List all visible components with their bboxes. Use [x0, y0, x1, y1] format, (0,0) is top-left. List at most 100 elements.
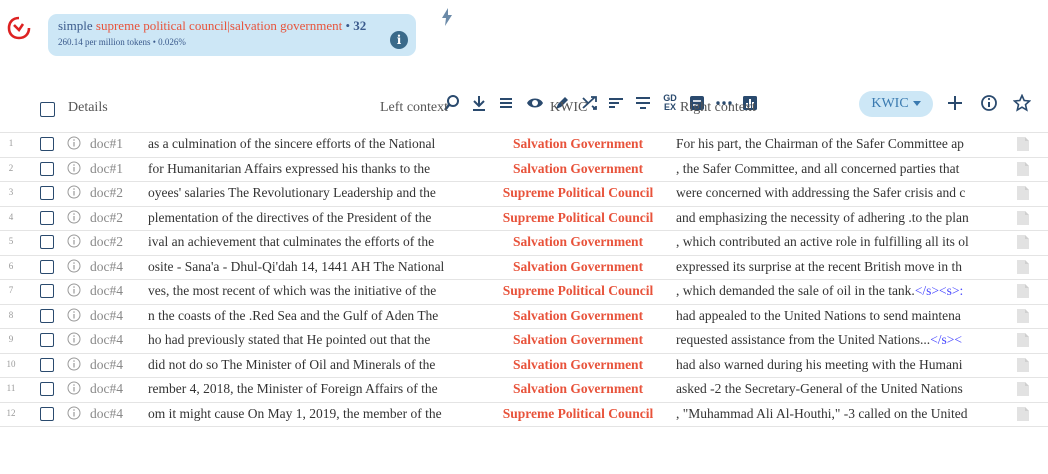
- table-row[interactable]: 6 doc#4 osite - Sana'a - Dhul-Qi'dah 14,…: [0, 256, 1048, 280]
- left-context: ves, the most recent of which was the in…: [148, 283, 484, 299]
- doc-link[interactable]: doc#2: [90, 234, 123, 250]
- kwic-match[interactable]: Supreme Political Council: [484, 185, 672, 201]
- query-expression: supreme political council|salvation gove…: [95, 18, 343, 33]
- doc-link[interactable]: doc#4: [90, 357, 123, 373]
- copy-icon[interactable]: [1016, 210, 1030, 226]
- info-circle-icon[interactable]: [67, 381, 81, 395]
- table-row[interactable]: 7 doc#4 ves, the most recent of which wa…: [0, 280, 1048, 305]
- row-checkbox[interactable]: [40, 284, 54, 298]
- query-bullet: •: [345, 18, 351, 33]
- query-info-icon[interactable]: i: [390, 31, 408, 49]
- doc-link[interactable]: doc#4: [90, 259, 123, 275]
- table-row[interactable]: 2 doc#1 for Humanitarian Affairs express…: [0, 158, 1048, 182]
- left-context: osite - Sana'a - Dhul-Qi'dah 14, 1441 AH…: [148, 259, 484, 275]
- doc-link[interactable]: doc#1: [90, 136, 123, 152]
- row-checkbox[interactable]: [40, 161, 54, 176]
- kwic-header: KWIC: [550, 100, 588, 115]
- table-row[interactable]: 12 doc#4 om it might cause On May 1, 201…: [0, 403, 1048, 427]
- doc-link[interactable]: doc#4: [90, 308, 123, 324]
- info-circle-icon[interactable]: [67, 259, 81, 273]
- kwic-match[interactable]: Salvation Government: [484, 234, 672, 250]
- kwic-match[interactable]: Salvation Government: [484, 136, 672, 152]
- doc-link[interactable]: doc#1: [90, 161, 123, 177]
- info-circle-icon[interactable]: [67, 308, 81, 322]
- row-checkbox[interactable]: [40, 382, 54, 396]
- row-checkbox[interactable]: [40, 333, 54, 347]
- info-circle-icon[interactable]: [67, 357, 81, 371]
- info-circle-icon[interactable]: [67, 210, 81, 224]
- row-checkbox[interactable]: [40, 259, 54, 274]
- left-context-header: Left context: [380, 100, 449, 115]
- kwic-match[interactable]: Supreme Political Council: [484, 283, 672, 299]
- select-all-checkbox[interactable]: [40, 102, 55, 117]
- left-context: ho had previously stated that He pointed…: [148, 332, 484, 348]
- doc-link[interactable]: doc#4: [90, 406, 123, 422]
- copy-icon[interactable]: [1016, 161, 1030, 177]
- row-number: 7: [8, 285, 14, 295]
- row-checkbox[interactable]: [40, 137, 54, 151]
- doc-link[interactable]: doc#4: [90, 381, 123, 397]
- info-circle-icon[interactable]: [67, 406, 81, 420]
- details-header: Details: [68, 100, 108, 115]
- left-context-text: ho had previously stated that He pointed…: [148, 332, 431, 347]
- row-checkbox[interactable]: [40, 357, 54, 372]
- query-summary[interactable]: simple supreme political council|salvati…: [48, 14, 416, 56]
- right-context-text: had also warned during his meeting with …: [676, 356, 963, 372]
- row-checkbox[interactable]: [40, 406, 54, 421]
- doc-link[interactable]: doc#4: [90, 332, 123, 348]
- info-circle-icon[interactable]: [67, 161, 81, 175]
- info-circle-icon[interactable]: [67, 283, 81, 297]
- table-row[interactable]: 5 doc#2 ival an achievement that culmina…: [0, 231, 1048, 256]
- left-context-text: plementation of the directives of the Pr…: [148, 209, 432, 225]
- copy-icon[interactable]: [1016, 136, 1030, 152]
- query-line: simple supreme political council|salvati…: [58, 18, 406, 34]
- table-row[interactable]: 1 doc#1 as a culmination of the sincere …: [0, 132, 1048, 158]
- kwic-match[interactable]: Supreme Political Council: [484, 210, 672, 226]
- copy-icon[interactable]: [1016, 283, 1030, 299]
- left-context: did not do so The Minister of Oil and Mi…: [148, 357, 484, 373]
- bolt-icon[interactable]: [441, 8, 453, 26]
- kwic-match[interactable]: Salvation Government: [484, 308, 672, 324]
- kwic-match[interactable]: Salvation Government: [484, 161, 672, 177]
- doc-link[interactable]: doc#2: [90, 210, 123, 226]
- row-number: 6: [8, 260, 14, 271]
- right-context: and emphasizing the necessity of adherin…: [676, 210, 1010, 226]
- doc-link[interactable]: doc#2: [90, 185, 123, 201]
- copy-icon[interactable]: [1016, 185, 1030, 201]
- copy-icon[interactable]: [1016, 357, 1030, 373]
- info-circle-icon[interactable]: [67, 185, 81, 199]
- copy-icon[interactable]: [1016, 406, 1030, 422]
- copy-icon[interactable]: [1016, 308, 1030, 324]
- doc-link[interactable]: doc#4: [90, 283, 123, 299]
- right-context: , "Muhammad Ali Al-Houthi," -3 called on…: [676, 406, 1010, 422]
- copy-icon[interactable]: [1016, 259, 1030, 275]
- row-number: 3: [8, 187, 14, 197]
- table-row[interactable]: 8 doc#4 n the coasts of the .Red Sea and…: [0, 305, 1048, 329]
- row-number: 11: [6, 383, 16, 393]
- kwic-match[interactable]: Salvation Government: [484, 381, 672, 397]
- row-checkbox[interactable]: [40, 186, 54, 200]
- table-row[interactable]: 10 doc#4 did not do so The Minister of O…: [0, 354, 1048, 378]
- right-context-text: and emphasizing the necessity of adherin…: [676, 209, 969, 225]
- copy-icon[interactable]: [1016, 234, 1030, 250]
- kwic-match[interactable]: Supreme Political Council: [484, 406, 672, 422]
- info-circle-icon[interactable]: [67, 332, 81, 346]
- row-checkbox[interactable]: [40, 235, 54, 249]
- info-circle-icon[interactable]: [67, 136, 81, 150]
- table-header: Details Left context KWIC Right context: [0, 100, 1048, 126]
- table-row[interactable]: 4 doc#2 plementation of the directives o…: [0, 207, 1048, 231]
- copy-icon[interactable]: [1016, 381, 1030, 397]
- row-checkbox[interactable]: [40, 210, 54, 225]
- kwic-match[interactable]: Salvation Government: [484, 259, 672, 275]
- table-row[interactable]: 11 doc#4 rember 4, 2018, the Minister of…: [0, 378, 1048, 403]
- row-checkbox[interactable]: [40, 308, 54, 323]
- info-circle-icon[interactable]: [67, 234, 81, 248]
- row-number: 4: [8, 211, 14, 222]
- table-row[interactable]: 9 doc#4 ho had previously stated that He…: [0, 329, 1048, 354]
- copy-icon[interactable]: [1016, 332, 1030, 348]
- right-context-text: , which contributed an active role in fu…: [676, 234, 969, 249]
- right-context: requested assistance from the United Nat…: [676, 332, 1010, 348]
- kwic-match[interactable]: Salvation Government: [484, 357, 672, 373]
- kwic-match[interactable]: Salvation Government: [484, 332, 672, 348]
- table-row[interactable]: 3 doc#2 oyees' salaries The Revolutionar…: [0, 182, 1048, 207]
